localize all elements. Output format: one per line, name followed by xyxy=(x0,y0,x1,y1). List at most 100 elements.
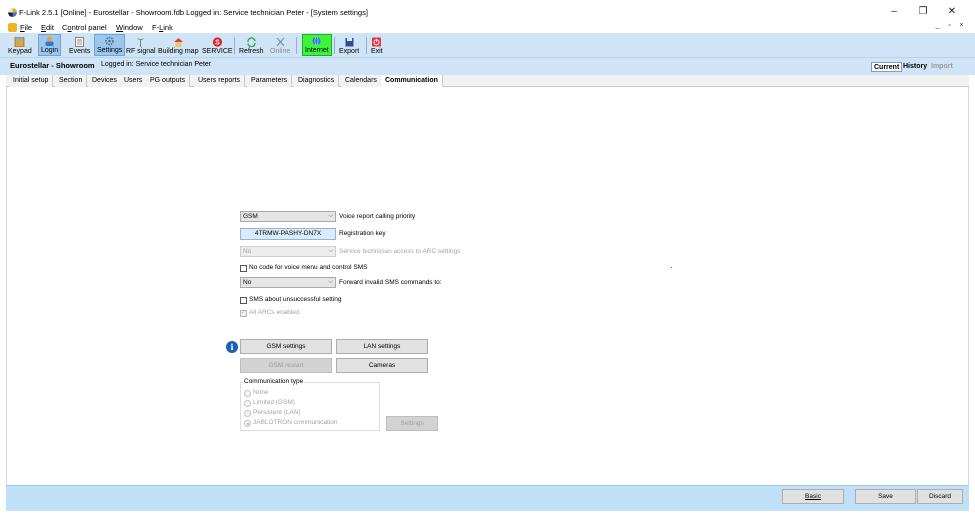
refresh-button[interactable]: Refresh xyxy=(237,34,266,56)
tab-pg-outputs[interactable]: PG outputs xyxy=(146,75,191,87)
menu-control-panel[interactable]: Control panel xyxy=(62,23,107,32)
service-label: SERVICE xyxy=(202,48,233,55)
house-icon xyxy=(173,37,184,47)
toolbar-divider xyxy=(334,37,335,54)
mdi-restore-icon[interactable]: ▫ xyxy=(945,22,954,29)
view-tab-history[interactable]: History xyxy=(901,62,929,72)
tab-devices[interactable]: Devices xyxy=(88,75,122,87)
menu-file[interactable]: File xyxy=(20,23,32,32)
basic-button[interactable]: Basic xyxy=(782,489,844,504)
voice-priority-label: Voice report calling priority xyxy=(339,213,416,220)
toolbar-divider xyxy=(366,37,367,54)
online-button[interactable]: Online xyxy=(268,34,292,56)
power-icon xyxy=(371,37,382,47)
chevron-down-icon: ⌵ xyxy=(328,213,333,219)
mdi-minimize-icon[interactable]: _ xyxy=(933,22,942,29)
tab-calendars[interactable]: Calendars xyxy=(341,75,382,87)
logged-in-text: Logged in: Service technician Peter xyxy=(101,61,212,68)
radio-none-label: None xyxy=(253,389,269,396)
keypad-label: Keypad xyxy=(8,48,32,55)
tab-communication[interactable]: Communication xyxy=(381,75,443,87)
tab-users[interactable]: Users xyxy=(120,75,148,87)
menu-bar xyxy=(0,22,975,33)
all-arcs-label: All ARCs enabled xyxy=(249,309,300,316)
registration-key-field[interactable]: 4TRMW-PASHY-DN7X xyxy=(240,228,336,240)
menu-flink[interactable]: F-Link xyxy=(152,23,173,32)
chevron-down-icon: ⌵ xyxy=(328,248,333,254)
refresh-label: Refresh xyxy=(239,48,264,55)
export-label: Export xyxy=(339,48,360,55)
exit-button[interactable]: Exit xyxy=(369,34,385,56)
restore-icon[interactable]: ❐ xyxy=(916,6,930,18)
radio-persistent-lan[interactable] xyxy=(244,410,251,417)
events-label: Events xyxy=(69,48,91,55)
settings-icon xyxy=(104,36,115,46)
no-code-checkbox[interactable] xyxy=(240,265,247,272)
service-button[interactable]: S SERVICE xyxy=(200,34,235,56)
export-button[interactable]: Export xyxy=(337,34,361,56)
registration-key-label: Registration key xyxy=(339,230,386,237)
login-icon xyxy=(44,36,55,46)
radio-jablotron[interactable] xyxy=(244,420,251,427)
sms-unsuccessful-checkbox[interactable] xyxy=(240,297,247,304)
online-icon xyxy=(275,37,286,47)
comm-settings-button[interactable]: Settings xyxy=(386,416,438,431)
minimize-icon[interactable]: – xyxy=(887,6,901,18)
exit-label: Exit xyxy=(371,48,383,55)
login-label: Login xyxy=(41,47,59,54)
tab-diagnostics[interactable]: Diagnostics xyxy=(294,75,340,87)
forward-sms-label: Forward invalid SMS commands to: xyxy=(339,279,442,286)
settings-panel xyxy=(6,87,969,485)
gsm-restart-button[interactable]: GSM restart xyxy=(240,358,332,373)
communication-type-legend: Communication type xyxy=(243,378,305,385)
no-code-label: No code for voice menu and control SMS xyxy=(249,264,368,271)
tab-users-reports[interactable]: Users reports xyxy=(194,75,246,87)
forward-sms-select[interactable]: No ⌵ xyxy=(240,277,336,288)
antenna-icon xyxy=(135,37,146,47)
save-button[interactable]: Save xyxy=(855,489,916,504)
events-button[interactable]: Events xyxy=(67,34,92,56)
stray-dot xyxy=(671,267,672,268)
rf-signal-button[interactable]: RF signal xyxy=(124,34,158,56)
login-button[interactable]: Login xyxy=(38,34,62,56)
lan-settings-button[interactable]: LAN settings xyxy=(336,339,428,354)
internet-label: Internet xyxy=(305,47,329,54)
radio-none[interactable] xyxy=(244,390,251,397)
events-icon xyxy=(74,37,85,47)
building-map-label: Building map xyxy=(158,48,199,55)
discard-button[interactable]: Discard xyxy=(917,489,963,504)
view-tab-import[interactable]: Import xyxy=(929,62,955,72)
rf-signal-label: RF signal xyxy=(126,48,156,55)
settings-button[interactable]: Settings xyxy=(94,34,126,56)
menu-window[interactable]: Window xyxy=(116,23,143,32)
svg-text:S: S xyxy=(215,39,220,46)
settings-label: Settings xyxy=(97,47,123,54)
tab-section[interactable]: Section xyxy=(55,75,88,87)
app-logo-icon xyxy=(8,8,17,17)
info-icon[interactable]: i xyxy=(226,341,238,353)
all-arcs-checkbox[interactable] xyxy=(240,309,247,317)
sms-unsuccessful-label: SMS about unsuccessful setting xyxy=(249,296,342,303)
keypad-button[interactable]: Keypad xyxy=(6,34,34,56)
tab-parameters[interactable]: Parameters xyxy=(247,75,293,87)
close-icon[interactable]: ✕ xyxy=(945,6,959,18)
radio-limited-gsm-label: Limited (GSM) xyxy=(253,399,295,406)
voice-priority-select[interactable]: GSM ⌵ xyxy=(240,211,336,222)
menu-edit[interactable]: Edit xyxy=(41,23,54,32)
internet-button[interactable]: Internet xyxy=(302,34,332,56)
export-icon xyxy=(344,37,355,47)
arc-access-value: No xyxy=(243,248,252,255)
arc-access-select[interactable]: No ⌵ xyxy=(240,246,336,257)
radio-jablotron-label: JABLOTRON communication xyxy=(253,419,338,426)
mdi-close-icon[interactable]: × xyxy=(957,22,966,29)
document-icon xyxy=(8,23,17,32)
view-tab-current[interactable]: Current xyxy=(871,62,903,72)
radio-limited-gsm[interactable] xyxy=(244,400,251,407)
building-map-button[interactable]: Building map xyxy=(156,34,200,56)
radio-persistent-lan-label: Persistent (LAN) xyxy=(253,409,301,416)
toolbar-divider xyxy=(234,37,235,54)
tab-initial-setup[interactable]: Initial setup xyxy=(9,75,54,87)
gsm-settings-button[interactable]: GSM settings xyxy=(240,339,332,354)
online-label: Online xyxy=(270,48,291,55)
cameras-button[interactable]: Cameras xyxy=(336,358,428,373)
